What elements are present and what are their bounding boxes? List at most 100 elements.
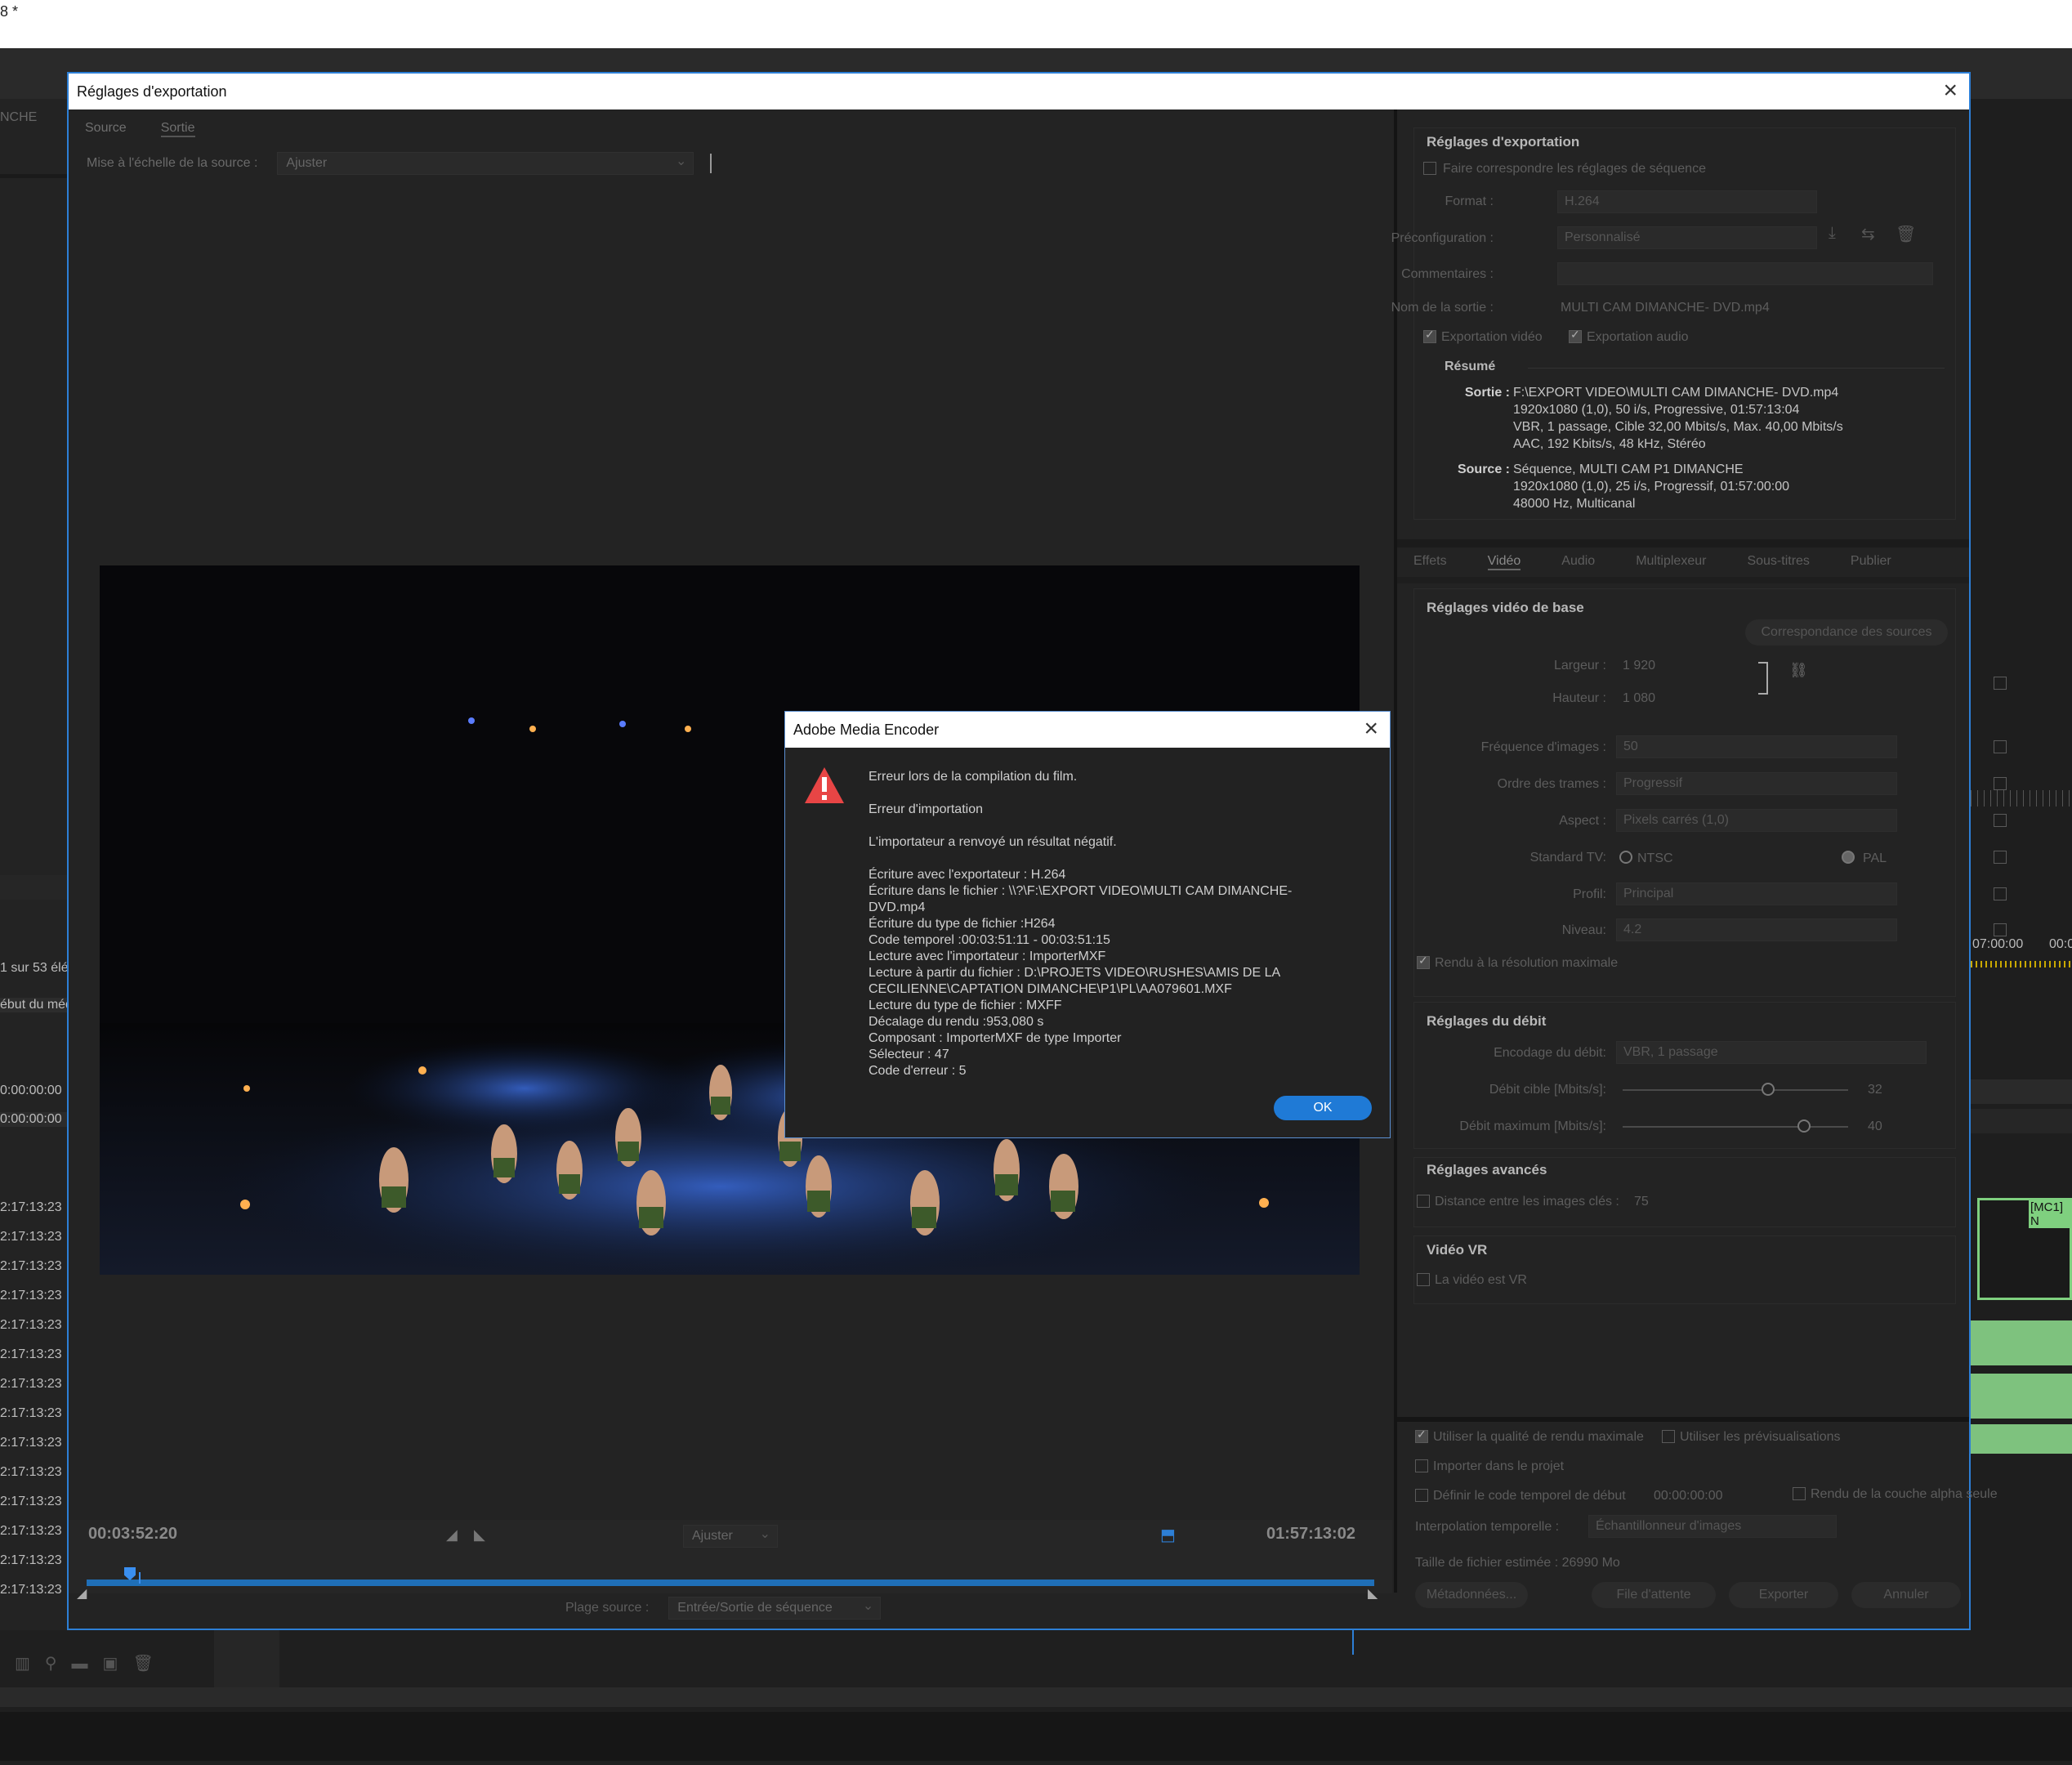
background-bottom-area: ▥⚲▬▣🗑 xyxy=(0,1630,2072,1765)
target-bitrate-knob[interactable] xyxy=(1762,1083,1775,1096)
panel-tc-row: 2:17:13:23 xyxy=(0,1465,62,1479)
current-timecode[interactable]: 00:03:52:20 xyxy=(88,1525,177,1544)
field-order-override-checkbox[interactable] xyxy=(1994,777,2007,790)
use-previews-checkbox[interactable] xyxy=(1662,1430,1675,1443)
close-icon[interactable]: × xyxy=(1943,77,1958,105)
summary-source-line: 48000 Hz, Multicanal xyxy=(1513,497,1636,511)
match-source-button[interactable]: Correspondance des sources xyxy=(1745,619,1948,646)
panel-tc-row: 2:17:13:23 xyxy=(0,1583,62,1597)
max-quality-checkbox[interactable] xyxy=(1415,1428,1428,1443)
max-resolution-checkbox[interactable] xyxy=(1417,954,1430,969)
mark-out-icon[interactable]: ◣ xyxy=(474,1526,485,1544)
tab-output[interactable]: Sortie xyxy=(160,121,195,137)
panel-tc-a: 0:00:00:00 xyxy=(0,1084,62,1097)
fps-override-checkbox[interactable] xyxy=(1994,740,2007,753)
close-icon[interactable]: × xyxy=(1364,715,1378,743)
source-timeline[interactable] xyxy=(87,1580,1374,1586)
comments-label: Commentaires : xyxy=(1401,267,1494,281)
tv-standard-override-checkbox[interactable] xyxy=(1994,851,2007,864)
keyframe-distance-checkbox[interactable] xyxy=(1417,1195,1430,1208)
aspect-toggle-icon[interactable]: ⬒ xyxy=(1160,1525,1176,1545)
aspect-override-checkbox[interactable] xyxy=(1994,814,2007,827)
export-audio-checkbox[interactable] xyxy=(1569,328,1582,343)
vr-checkbox[interactable] xyxy=(1417,1273,1430,1286)
target-bitrate-slider[interactable] xyxy=(1623,1089,1848,1091)
target-bitrate-label: Débit cible [Mbits/s]: xyxy=(1489,1083,1606,1097)
import-project-checkbox[interactable] xyxy=(1415,1459,1428,1472)
output-name-link[interactable]: MULTI CAM DIMANCHE- DVD.mp4 xyxy=(1561,301,1770,315)
fit-dropdown[interactable]: Ajuster xyxy=(683,1525,778,1548)
format-value: H.264 xyxy=(1565,194,1600,208)
width-value[interactable]: 1 920 xyxy=(1623,659,1655,673)
scale-dropdown[interactable]: Ajuster xyxy=(277,152,694,175)
tab-audio[interactable]: Audio xyxy=(1561,554,1595,570)
interpolation-dropdown[interactable]: Échantillonneur d'images xyxy=(1588,1515,1837,1538)
comments-input[interactable] xyxy=(1557,262,1933,285)
cancel-button[interactable]: Annuler xyxy=(1851,1582,1961,1608)
timeline-tc-2: 00:0 xyxy=(2049,937,2072,951)
field-order-label: Ordre des trames : xyxy=(1497,777,1606,791)
export-settings-title[interactable]: Réglages d'exportation xyxy=(1427,134,1579,150)
export-video-checkbox[interactable] xyxy=(1423,328,1436,343)
save-preset-icon[interactable]: ⤓ xyxy=(1829,224,1836,243)
timeline-clip-audio-1[interactable] xyxy=(1971,1320,2072,1365)
tab-source[interactable]: Source xyxy=(85,121,127,137)
profile-dropdown[interactable]: Principal xyxy=(1616,882,1897,905)
timeline-clip-audio-3[interactable] xyxy=(1971,1424,2072,1454)
level-override-checkbox[interactable] xyxy=(1994,923,2007,936)
field-order-dropdown[interactable]: Progressif xyxy=(1616,772,1897,795)
pal-radio[interactable] xyxy=(1842,851,1855,864)
width-height-override-checkbox[interactable] xyxy=(1994,677,2007,690)
summary-title[interactable]: Résumé xyxy=(1445,360,1495,374)
import-preset-icon[interactable]: ⇆ xyxy=(1861,224,1875,244)
delete-preset-icon[interactable]: 🗑 xyxy=(1896,224,1916,244)
bitrate-encoding-dropdown[interactable]: VBR, 1 passage xyxy=(1616,1041,1927,1064)
bitrate-title[interactable]: Réglages du débit xyxy=(1427,1013,1546,1030)
vr-title[interactable]: Vidéo VR xyxy=(1427,1242,1487,1258)
preset-dropdown[interactable]: Personnalisé xyxy=(1557,226,1817,249)
width-label: Largeur : xyxy=(1553,659,1606,672)
keyframe-distance-value[interactable]: 75 xyxy=(1634,1195,1649,1209)
set-start-tc-checkbox[interactable] xyxy=(1415,1489,1428,1502)
source-range-value: Entrée/Sortie de séquence xyxy=(677,1601,833,1615)
profile-override-checkbox[interactable] xyxy=(1994,887,2007,900)
aspect-dropdown[interactable]: Pixels carrés (1,0) xyxy=(1616,809,1897,832)
fps-dropdown[interactable]: 50 xyxy=(1616,735,1897,758)
fit-value: Ajuster xyxy=(692,1529,733,1543)
match-sequence-checkbox[interactable] xyxy=(1423,162,1436,175)
max-quality-label: Utiliser la qualité de rendu maximale xyxy=(1433,1430,1644,1444)
max-bitrate-value[interactable]: 40 xyxy=(1868,1119,1882,1134)
ntsc-radio[interactable] xyxy=(1619,851,1632,864)
link-icon[interactable]: ⛓ xyxy=(1789,662,1808,679)
ok-button[interactable]: OK xyxy=(1274,1096,1372,1120)
tab-publish[interactable]: Publier xyxy=(1851,554,1891,570)
error-dialog: Adobe Media Encoder × Erreur lors de la … xyxy=(784,711,1391,1138)
range-out-icon[interactable]: ◣ xyxy=(1368,1585,1378,1602)
queue-button[interactable]: File d'attente xyxy=(1592,1582,1716,1608)
mark-in-icon[interactable]: ◢ xyxy=(446,1526,458,1544)
panel-tc-row: 2:17:13:23 xyxy=(0,1318,62,1332)
start-tc-value[interactable]: 00:00:00:00 xyxy=(1654,1489,1723,1504)
level-dropdown[interactable]: 4.2 xyxy=(1616,918,1897,941)
tab-video[interactable]: Vidéo xyxy=(1487,554,1521,570)
timeline-clip-video[interactable]: [MC1] N xyxy=(1977,1198,2072,1300)
summary-output-line: AAC, 192 Kbits/s, 48 kHz, Stéréo xyxy=(1513,437,1706,451)
basic-video-title[interactable]: Réglages vidéo de base xyxy=(1427,600,1584,616)
metadata-button[interactable]: Métadonnées... xyxy=(1415,1582,1528,1608)
range-in-icon[interactable]: ◢ xyxy=(77,1585,87,1602)
max-bitrate-slider[interactable] xyxy=(1623,1126,1848,1128)
tab-effects[interactable]: Effets xyxy=(1413,554,1447,570)
target-bitrate-value[interactable]: 32 xyxy=(1868,1083,1882,1097)
max-bitrate-knob[interactable] xyxy=(1797,1119,1811,1133)
format-dropdown[interactable]: H.264 xyxy=(1557,190,1817,213)
export-button[interactable]: Exporter xyxy=(1729,1582,1838,1608)
tv-standard-label: Standard TV: xyxy=(1529,851,1606,865)
timeline-clip-audio-2[interactable] xyxy=(1971,1374,2072,1419)
tab-multiplexer[interactable]: Multiplexeur xyxy=(1636,554,1706,570)
tab-captions[interactable]: Sous-titres xyxy=(1747,554,1809,570)
alpha-only-checkbox[interactable] xyxy=(1793,1487,1806,1500)
advanced-title[interactable]: Réglages avancés xyxy=(1427,1162,1547,1178)
height-value[interactable]: 1 080 xyxy=(1623,691,1655,706)
summary-source-line: 1920x1080 (1,0), 25 i/s, Progressif, 01:… xyxy=(1513,480,1789,494)
source-range-dropdown[interactable]: Entrée/Sortie de séquence xyxy=(668,1597,882,1620)
